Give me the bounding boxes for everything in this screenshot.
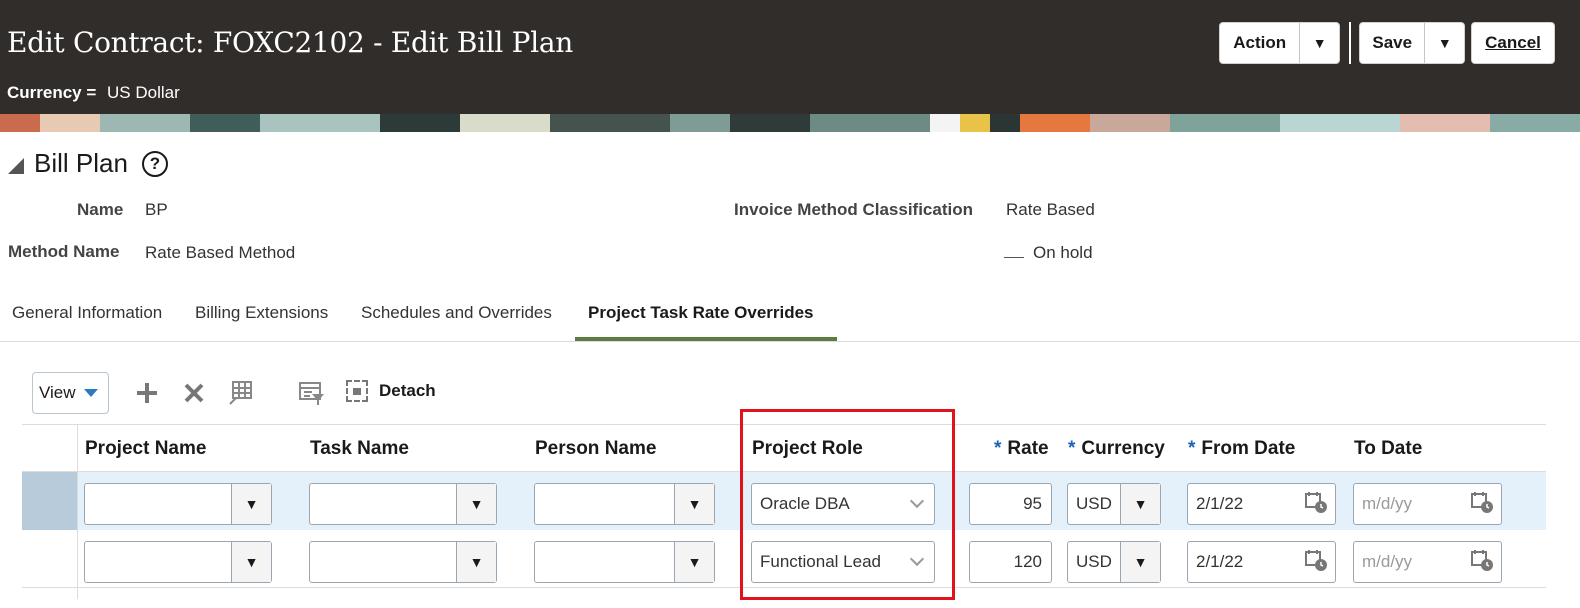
project-name-input[interactable] xyxy=(85,542,231,582)
col-from-date[interactable]: * From Date xyxy=(1188,438,1295,460)
tab-schedules-and-overrides[interactable]: Schedules and Overrides xyxy=(361,303,552,323)
page-header: Edit Contract: FOXC2102 - Edit Bill Plan… xyxy=(0,0,1580,114)
person-name-input[interactable] xyxy=(535,542,674,582)
view-caret-icon xyxy=(83,389,98,397)
invoice-method-classification-label: Invoice Method Classification xyxy=(734,200,973,219)
col-currency[interactable]: * Currency xyxy=(1068,438,1165,460)
detach-button[interactable]: Detach xyxy=(346,380,436,402)
row-header-divider xyxy=(77,424,78,599)
dropdown-icon[interactable]: ▼ xyxy=(1120,484,1160,524)
calendar-icon[interactable] xyxy=(1470,548,1494,572)
detach-label[interactable]: Detach xyxy=(379,381,436,401)
header-separator xyxy=(1349,22,1351,64)
required-icon: * xyxy=(1068,438,1076,459)
dropdown-icon[interactable]: ▼ xyxy=(674,542,714,582)
from-date-value: 2/1/22 xyxy=(1196,494,1244,513)
tab-project-task-rate-overrides[interactable]: Project Task Rate Overrides xyxy=(588,303,814,323)
query-by-example-icon[interactable] xyxy=(297,378,327,408)
dropdown-icon[interactable]: ▼ xyxy=(456,484,496,524)
name-value: BP xyxy=(145,200,168,219)
col-person-name[interactable]: Person Name xyxy=(535,438,656,460)
currency-value: USD xyxy=(1076,552,1112,571)
calendar-icon[interactable] xyxy=(1304,490,1328,514)
person-name-combobox[interactable]: ▼ xyxy=(534,483,715,525)
project-name-combobox[interactable]: ▼ xyxy=(84,483,272,525)
decorative-banner xyxy=(0,114,1580,132)
dropdown-icon[interactable]: ▼ xyxy=(456,542,496,582)
row-selector[interactable] xyxy=(22,530,77,588)
on-hold-label: On hold xyxy=(1033,243,1093,262)
currency-value: USD xyxy=(1076,494,1112,513)
from-date-value: 2/1/22 xyxy=(1196,552,1244,571)
tab-billing-extensions[interactable]: Billing Extensions xyxy=(195,303,328,323)
row-selector[interactable] xyxy=(22,472,77,530)
task-name-input[interactable] xyxy=(310,484,456,524)
freeze-columns-icon[interactable] xyxy=(226,378,256,408)
rate-input[interactable]: 95 xyxy=(969,483,1052,525)
rate-input[interactable]: 120 xyxy=(969,541,1052,583)
dropdown-icon[interactable]: ▼ xyxy=(231,484,271,524)
cancel-button-label[interactable]: Cancel xyxy=(1485,33,1541,53)
collapse-triangle-icon[interactable] xyxy=(8,157,24,174)
dropdown-icon[interactable]: ▼ xyxy=(674,484,714,524)
to-date-input[interactable]: m/d/yy xyxy=(1353,483,1502,525)
bill-plan-header: Bill Plan ? xyxy=(8,148,168,179)
person-name-combobox[interactable]: ▼ xyxy=(534,541,715,583)
detach-icon xyxy=(346,380,368,402)
on-hold-indicator xyxy=(1004,257,1024,258)
dropdown-icon[interactable]: ▼ xyxy=(1120,542,1160,582)
task-name-combobox[interactable]: ▼ xyxy=(309,483,497,525)
currency-value: US Dollar xyxy=(107,83,180,102)
task-name-combobox[interactable]: ▼ xyxy=(309,541,497,583)
from-date-input[interactable]: 2/1/22 xyxy=(1187,483,1336,525)
view-label[interactable]: View xyxy=(39,383,76,403)
col-task-name[interactable]: Task Name xyxy=(310,438,409,460)
col-project-name[interactable]: Project Name xyxy=(85,438,206,460)
col-to-date[interactable]: To Date xyxy=(1354,438,1422,460)
active-tab-indicator xyxy=(575,337,837,341)
add-row-icon[interactable] xyxy=(132,378,162,408)
from-date-input[interactable]: 2/1/22 xyxy=(1187,541,1336,583)
person-name-input[interactable] xyxy=(535,484,674,524)
to-date-placeholder: m/d/yy xyxy=(1362,552,1413,571)
calendar-icon[interactable] xyxy=(1470,490,1494,514)
calendar-icon[interactable] xyxy=(1304,548,1328,572)
method-name-value: Rate Based Method xyxy=(145,243,296,262)
invoice-method-classification-value: Rate Based xyxy=(1006,200,1095,219)
action-dropdown-icon[interactable]: ▼ xyxy=(1299,23,1339,63)
save-button[interactable]: Save ▼ xyxy=(1359,22,1465,64)
col-currency-label: Currency xyxy=(1081,438,1165,459)
task-name-input[interactable] xyxy=(310,542,456,582)
col-rate[interactable]: * Rate xyxy=(994,438,1049,460)
currency-label: Currency = xyxy=(7,83,97,102)
currency-combobox[interactable]: USD ▼ xyxy=(1067,483,1161,525)
dropdown-icon[interactable]: ▼ xyxy=(231,542,271,582)
project-name-input[interactable] xyxy=(85,484,231,524)
view-menu-button[interactable]: View xyxy=(32,372,109,414)
help-icon[interactable]: ? xyxy=(141,150,168,177)
project-role-highlight-box xyxy=(740,409,955,600)
currency-combobox[interactable]: USD ▼ xyxy=(1067,541,1161,583)
save-dropdown-icon[interactable]: ▼ xyxy=(1424,23,1464,63)
col-rate-label: Rate xyxy=(1007,438,1049,459)
to-date-placeholder: m/d/yy xyxy=(1362,494,1413,513)
page-title: Edit Contract: FOXC2102 - Edit Bill Plan xyxy=(7,26,573,59)
project-name-combobox[interactable]: ▼ xyxy=(84,541,272,583)
cancel-button[interactable]: Cancel xyxy=(1471,22,1555,64)
name-label: Name xyxy=(77,200,124,219)
col-from-date-label: From Date xyxy=(1201,438,1296,459)
tab-general-information[interactable]: General Information xyxy=(12,303,162,323)
required-icon: * xyxy=(1188,438,1196,459)
delete-row-icon[interactable] xyxy=(179,378,209,408)
currency-info: Currency = US Dollar xyxy=(7,83,180,103)
section-title: Bill Plan xyxy=(34,148,128,178)
action-button-label[interactable]: Action xyxy=(1220,23,1299,63)
method-name-label: Method Name xyxy=(8,242,120,261)
action-button[interactable]: Action ▼ xyxy=(1219,22,1340,64)
save-button-label[interactable]: Save xyxy=(1360,23,1424,63)
to-date-input[interactable]: m/d/yy xyxy=(1353,541,1502,583)
tab-bar: General Information Billing Extensions S… xyxy=(0,290,1580,342)
required-icon: * xyxy=(994,438,1002,459)
